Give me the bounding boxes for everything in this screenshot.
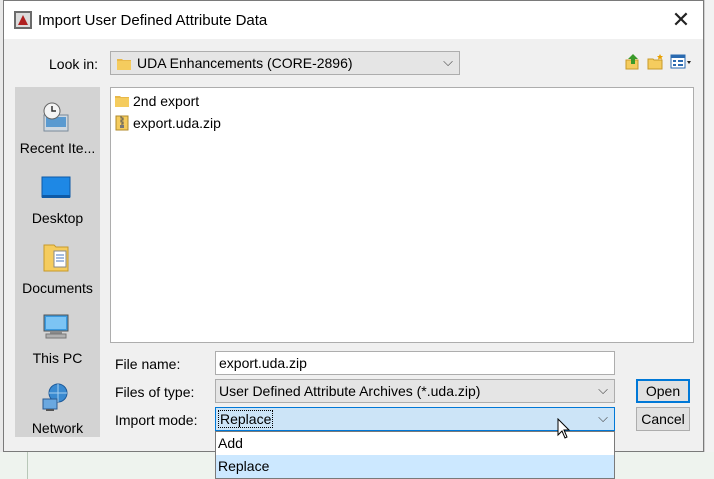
new-folder-icon[interactable] — [647, 53, 665, 71]
recent-items-icon — [43, 102, 69, 132]
close-button[interactable]: ✕ — [659, 1, 703, 39]
dropdown-option-add[interactable]: Add — [216, 432, 614, 455]
file-name-value: export.uda.zip — [219, 355, 307, 371]
view-menu-icon[interactable] — [670, 53, 692, 71]
background-window-edge — [704, 0, 714, 479]
cancel-button[interactable]: Cancel — [636, 407, 690, 431]
place-label: Recent Ite... — [19, 140, 96, 156]
up-folder-icon[interactable] — [624, 53, 642, 71]
zip-file-icon — [115, 115, 129, 131]
app-icon — [14, 11, 32, 29]
look-in-label: Look in: — [49, 56, 99, 72]
import-mode-select[interactable]: Replace ⌵ — [215, 407, 615, 431]
dropdown-option-replace[interactable]: Replace — [216, 455, 614, 478]
place-label: Network — [31, 420, 84, 436]
look-in-value: UDA Enhancements (CORE-2896) — [137, 55, 353, 71]
chevron-down-icon: ⌵ — [598, 382, 608, 397]
network-icon — [42, 383, 68, 411]
place-label: Documents — [22, 280, 93, 296]
desktop-icon — [41, 176, 71, 198]
open-button[interactable]: Open — [636, 379, 690, 403]
place-network[interactable]: Network — [15, 375, 100, 439]
import-mode-label: Import mode: — [115, 412, 198, 428]
file-list[interactable]: 2nd export export.uda.zip — [110, 87, 694, 343]
chevron-down-icon: ⌵ — [598, 410, 608, 425]
dialog-title: Import User Defined Attribute Data — [38, 12, 268, 29]
files-of-type-value: User Defined Attribute Archives (*.uda.z… — [219, 383, 481, 399]
places-bar: Recent Ite... Desktop Documents This PC … — [15, 87, 100, 437]
import-mode-value: Replace — [218, 410, 274, 428]
file-name: export.uda.zip — [133, 115, 221, 131]
mouse-cursor-icon — [557, 418, 571, 439]
title-bar: Import User Defined Attribute Data ✕ — [4, 1, 703, 39]
chevron-down-icon: ⌵ — [443, 54, 453, 69]
this-pc-icon — [43, 314, 69, 339]
import-mode-dropdown: Add Replace — [215, 431, 615, 479]
files-of-type-select[interactable]: User Defined Attribute Archives (*.uda.z… — [215, 379, 615, 403]
import-dialog: Import User Defined Attribute Data ✕ Loo… — [3, 0, 704, 452]
place-this-pc[interactable]: This PC — [15, 305, 100, 369]
place-label: Desktop — [31, 210, 84, 226]
folder-icon — [115, 96, 129, 107]
place-recent-items[interactable]: Recent Ite... — [15, 95, 100, 159]
file-name-field[interactable]: export.uda.zip — [215, 351, 615, 375]
files-of-type-label: Files of type: — [115, 384, 195, 400]
place-desktop[interactable]: Desktop — [15, 165, 100, 229]
file-name-label: File name: — [115, 356, 181, 372]
close-icon: ✕ — [671, 7, 691, 32]
place-documents[interactable]: Documents — [15, 235, 100, 299]
folder-icon — [117, 59, 131, 70]
file-name: 2nd export — [133, 93, 200, 109]
look-in-select[interactable]: UDA Enhancements (CORE-2896) ⌵ — [110, 51, 460, 75]
background-cell — [0, 452, 28, 479]
place-label: This PC — [32, 350, 83, 366]
documents-icon — [43, 244, 69, 272]
